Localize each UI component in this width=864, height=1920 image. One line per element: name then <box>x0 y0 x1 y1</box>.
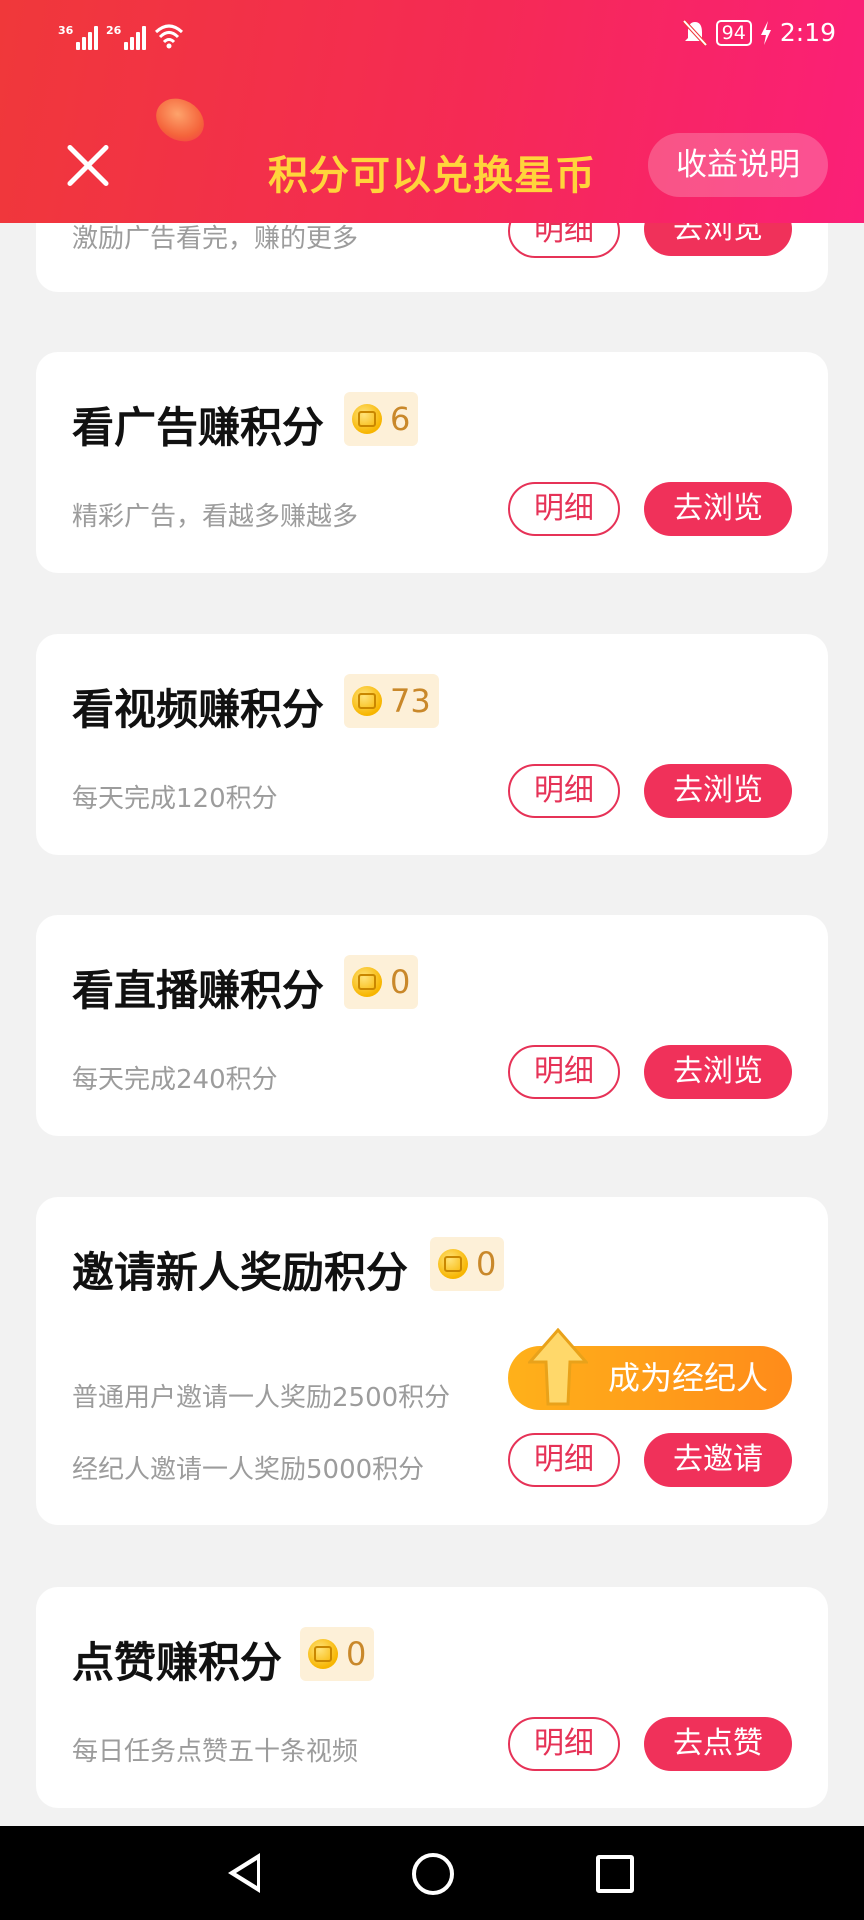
charging-icon <box>760 20 771 45</box>
like-button[interactable]: 去点赞 <box>644 1717 792 1771</box>
browse-button[interactable]: 去浏览 <box>644 764 792 818</box>
coin-icon <box>438 1249 468 1279</box>
signal-icon: 36 <box>58 22 100 50</box>
detail-button[interactable]: 明细 <box>508 1717 620 1771</box>
task-title: 看视频赚积分 <box>72 685 325 734</box>
status-right: 94 2:19 <box>682 18 836 47</box>
detail-button[interactable]: 明细 <box>508 1433 620 1487</box>
task-card-likes: 点赞赚积分 0 每日任务点赞五十条视频 明细 去点赞 <box>36 1587 828 1808</box>
task-desc: 精彩广告，看越多赚越多 <box>72 502 359 532</box>
task-card-watch-videos: 看视频赚积分 73 每天完成120积分 明细 去浏览 <box>36 634 828 855</box>
battery-level: 94 <box>715 19 752 46</box>
coin-icon <box>352 967 382 997</box>
detail-button[interactable]: 明细 <box>508 764 620 818</box>
header-bar: 36 26 94 2:19 积分可以兑换星币 收益说明 <box>0 0 864 223</box>
points-badge: 0 <box>300 1627 375 1681</box>
signal-icon: 26 <box>106 22 148 50</box>
points-value: 6 <box>390 400 411 438</box>
arrow-up-icon <box>528 1328 588 1406</box>
points-value: 0 <box>476 1245 497 1283</box>
detail-button[interactable]: 明细 <box>508 1045 620 1099</box>
detail-button[interactable]: 明细 <box>508 482 620 536</box>
task-desc: 激励广告看完，赚的更多 <box>72 224 359 254</box>
task-desc-secondary: 经纪人邀请一人奖励5000积分 <box>72 1455 425 1485</box>
task-desc: 普通用户邀请一人奖励2500积分 <box>72 1383 451 1413</box>
recent-apps-icon[interactable] <box>596 1855 634 1893</box>
coin-icon <box>352 686 382 716</box>
points-badge: 73 <box>344 674 439 728</box>
task-desc: 每日任务点赞五十条视频 <box>72 1737 359 1767</box>
task-list[interactable]: 激励广告看完，赚的更多 明细 去浏览 看广告赚积分 6 精彩广告，看越多赚越多 … <box>0 0 864 1826</box>
points-badge: 0 <box>430 1237 505 1291</box>
points-value: 0 <box>390 963 411 1001</box>
mute-bell-icon <box>682 19 708 46</box>
coin-icon <box>308 1639 338 1669</box>
task-title: 看广告赚积分 <box>72 403 325 452</box>
network-type: 26 <box>106 24 122 37</box>
status-bar: 36 26 94 2:19 <box>0 0 864 74</box>
task-title: 邀请新人奖励积分 <box>72 1248 409 1297</box>
network-type: 36 <box>58 24 74 37</box>
flying-coin-icon <box>148 90 212 150</box>
points-value: 73 <box>390 682 431 720</box>
back-icon-inner <box>236 1860 257 1886</box>
browse-button[interactable]: 去浏览 <box>644 1045 792 1099</box>
clock: 2:19 <box>779 18 836 47</box>
points-badge: 6 <box>344 392 419 446</box>
task-desc: 每天完成120积分 <box>72 784 278 814</box>
task-card-watch-ads: 看广告赚积分 6 精彩广告，看越多赚越多 明细 去浏览 <box>36 352 828 573</box>
earnings-explanation-button[interactable]: 收益说明 <box>648 133 828 197</box>
task-title: 点赞赚积分 <box>72 1638 283 1687</box>
coin-icon <box>352 404 382 434</box>
home-icon[interactable] <box>412 1853 454 1895</box>
invite-button[interactable]: 去邀请 <box>644 1433 792 1487</box>
points-badge: 0 <box>344 955 419 1009</box>
task-desc: 每天完成240积分 <box>72 1065 278 1095</box>
wifi-icon <box>154 24 184 49</box>
task-title: 看直播赚积分 <box>72 966 325 1015</box>
points-value: 0 <box>346 1635 367 1673</box>
browse-button[interactable]: 去浏览 <box>644 482 792 536</box>
task-card-watch-live: 看直播赚积分 0 每天完成240积分 明细 去浏览 <box>36 915 828 1136</box>
